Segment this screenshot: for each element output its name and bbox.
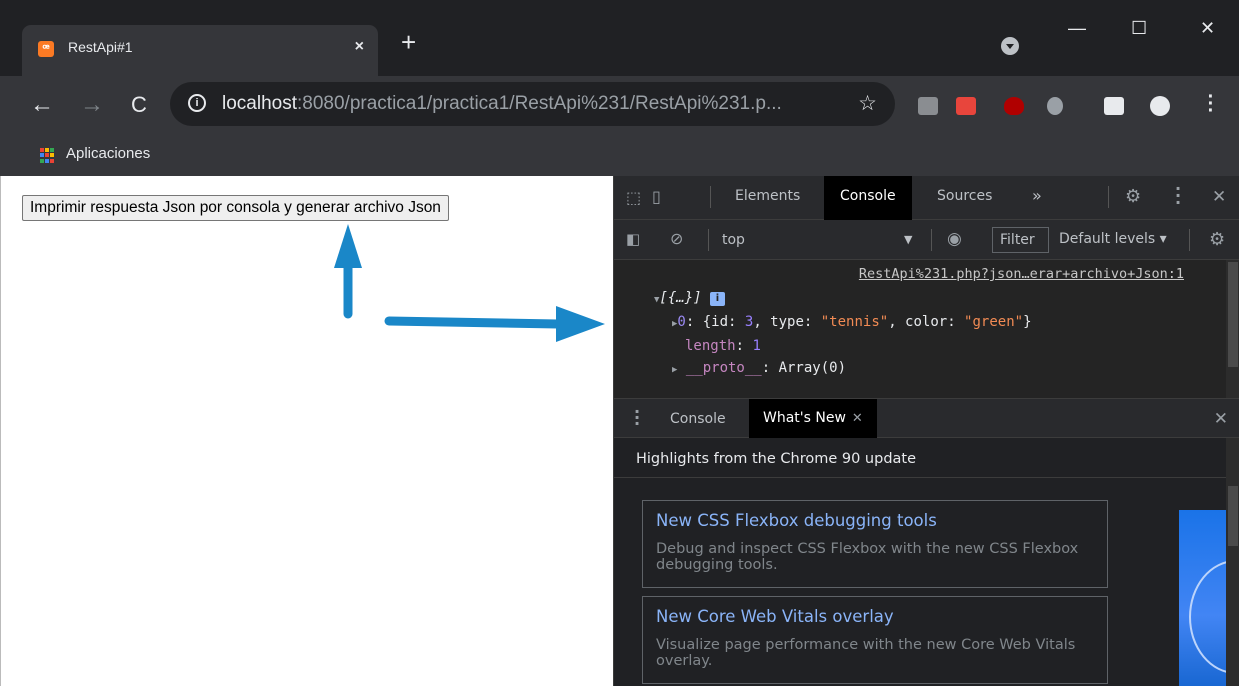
page-content: Imprimir respuesta Json por consola y ge…	[8, 176, 613, 686]
whats-new-close-icon[interactable]: ✕	[852, 411, 863, 426]
scrollbar-thumb[interactable]	[1228, 262, 1238, 367]
browser-toolbar: ← → C i localhost:8080/practica1/practic…	[0, 76, 1239, 136]
feature-card[interactable]: New Core Web Vitals overlay Visualize pa…	[642, 596, 1108, 684]
annotation-arrows	[334, 224, 605, 342]
drawer-menu-icon[interactable]: · · ·	[634, 404, 640, 432]
drawer-close-icon[interactable]: ✕	[1214, 409, 1228, 429]
profile-icon[interactable]	[1150, 96, 1170, 116]
apps-grid-dot	[50, 148, 54, 152]
ublock-origin-icon[interactable]	[1004, 97, 1024, 115]
console-length-line: length: 1	[685, 338, 761, 354]
sidebar-toggle-icon[interactable]: ◧	[626, 230, 640, 248]
minimize-button[interactable]: —	[1068, 18, 1086, 39]
apps-grid-dot	[40, 148, 44, 152]
apps-grid-dot	[45, 158, 49, 163]
bookmark-star-icon[interactable]: ☆	[858, 91, 877, 116]
console-output: RestApi%231.php?json…erar+archivo+Json:1…	[614, 260, 1226, 398]
tab-console[interactable]: Console	[824, 176, 912, 220]
right-arrow-head	[556, 306, 605, 342]
apps-grid-icon	[40, 148, 55, 163]
feature-description: Debug and inspect CSS Flexbox with the n…	[656, 541, 1079, 573]
live-expression-eye-icon[interactable]: ◉	[947, 229, 962, 249]
console-toolbar: ◧ ⊘ top ▼ ◉ Filter Default levels ▾ ⚙	[614, 220, 1239, 260]
forward-arrow-icon[interactable]: →	[80, 91, 104, 119]
xampp-icon: ꟹ	[38, 41, 54, 57]
toolbar-separator	[708, 229, 709, 251]
site-info-icon[interactable]: i	[188, 94, 206, 112]
info-badge-icon: i	[710, 292, 726, 306]
drawer-tab-whats-new[interactable]: What's New ✕	[749, 399, 877, 438]
more-tabs-button[interactable]: »	[1032, 186, 1042, 205]
chrome-menu-icon[interactable]: · · ·	[1207, 87, 1215, 121]
browser-titlebar: ꟹ RestApi#1 × + — ☐ ✕	[0, 0, 1239, 76]
tab-elements[interactable]: Elements	[735, 188, 800, 204]
bookmark-apps[interactable]: Aplicaciones	[66, 145, 150, 162]
settings-gear-icon[interactable]: ⚙	[1125, 186, 1141, 207]
drawer-tab-console[interactable]: Console	[670, 411, 726, 427]
console-proto-line[interactable]: ▶ __proto__: Array(0)	[672, 360, 846, 376]
maximize-button[interactable]: ☐	[1131, 18, 1147, 39]
console-scrollbar[interactable]	[1226, 260, 1239, 398]
css-viewer-extension-icon[interactable]	[918, 97, 938, 115]
apps-grid-dot	[50, 153, 54, 158]
console-array-item[interactable]: ▶0: {id: 3, type: "tennis", color: "gree…	[672, 314, 1032, 330]
puzzle-extensions-icon[interactable]	[1104, 97, 1124, 115]
toolbar-separator	[931, 229, 932, 251]
feature-description: Visualize page performance with the new …	[656, 637, 1076, 669]
inspect-element-icon[interactable]: ⬚	[626, 188, 641, 207]
console-array-summary[interactable]: ▼[{…}] i	[654, 290, 726, 306]
scrollbar-thumb[interactable]	[1228, 486, 1238, 546]
tab-search-icon[interactable]	[1001, 37, 1019, 55]
feature-title[interactable]: New CSS Flexbox debugging tools	[656, 511, 937, 530]
whats-new-panel: Highlights from the Chrome 90 update New…	[614, 438, 1226, 686]
tab-separator	[710, 186, 711, 208]
clear-console-icon[interactable]: ⊘	[670, 229, 683, 248]
tab-sources[interactable]: Sources	[937, 188, 992, 204]
tab-title: RestApi#1	[68, 39, 133, 55]
back-arrow-icon[interactable]: ←	[30, 91, 54, 119]
tab-separator	[1108, 186, 1109, 208]
devtools-menu-icon[interactable]: · · ·	[1175, 181, 1181, 211]
address-url[interactable]: localhost:8080/practica1/practica1/RestA…	[222, 93, 782, 115]
toolbar-separator	[1189, 229, 1190, 251]
feature-title[interactable]: New Core Web Vitals overlay	[656, 607, 894, 626]
right-arrow-shaft	[384, 316, 563, 329]
feature-card[interactable]: New CSS Flexbox debugging tools Debug an…	[642, 500, 1108, 588]
chrome-update-hero-image	[1179, 510, 1226, 686]
address-bar[interactable]: i localhost:8080/practica1/practica1/Res…	[170, 82, 895, 126]
page-left-edge	[0, 176, 8, 686]
collapse-triangle-icon[interactable]: ▶	[672, 365, 677, 375]
devtools-tabbar: ⬚ ▯ Elements Console Sources » ⚙ · · · ✕	[614, 176, 1239, 220]
apps-grid-dot	[40, 158, 44, 163]
device-toolbar-icon[interactable]: ▯	[652, 187, 661, 206]
new-tab-button[interactable]: +	[401, 27, 416, 58]
console-filter-input[interactable]: Filter	[992, 227, 1049, 253]
window-close-button[interactable]: ✕	[1200, 18, 1215, 39]
gift-extension-icon[interactable]	[956, 97, 976, 115]
browser-tab[interactable]: ꟹ RestApi#1 ×	[22, 25, 378, 76]
log-levels-dropdown[interactable]: Default levels ▾	[1059, 231, 1167, 247]
reload-icon[interactable]: C	[131, 92, 147, 118]
share-extension-icon[interactable]	[1047, 97, 1063, 115]
whats-new-heading: Highlights from the Chrome 90 update	[614, 438, 1226, 478]
bookmarks-bar: Aplicaciones	[0, 136, 1239, 176]
apps-grid-dot	[50, 158, 54, 163]
console-settings-gear-icon[interactable]: ⚙	[1209, 229, 1225, 250]
whats-new-scrollbar[interactable]	[1226, 438, 1239, 686]
devtools-panel: ⬚ ▯ Elements Console Sources » ⚙ · · · ✕ ◧…	[613, 176, 1239, 686]
apps-grid-dot	[40, 153, 44, 158]
drawer-tabbar: · · · Console What's New ✕ ✕	[614, 398, 1239, 438]
apps-grid-dot	[45, 153, 49, 158]
up-arrow-head	[334, 224, 362, 268]
console-source-link[interactable]: RestApi%231.php?json…erar+archivo+Json:1	[859, 266, 1184, 282]
context-selector[interactable]: top	[722, 232, 745, 248]
tab-close-icon[interactable]: ×	[355, 38, 364, 56]
devtools-close-icon[interactable]: ✕	[1212, 187, 1226, 207]
apps-grid-dot	[45, 148, 49, 152]
context-caret-icon[interactable]: ▼	[904, 233, 912, 246]
